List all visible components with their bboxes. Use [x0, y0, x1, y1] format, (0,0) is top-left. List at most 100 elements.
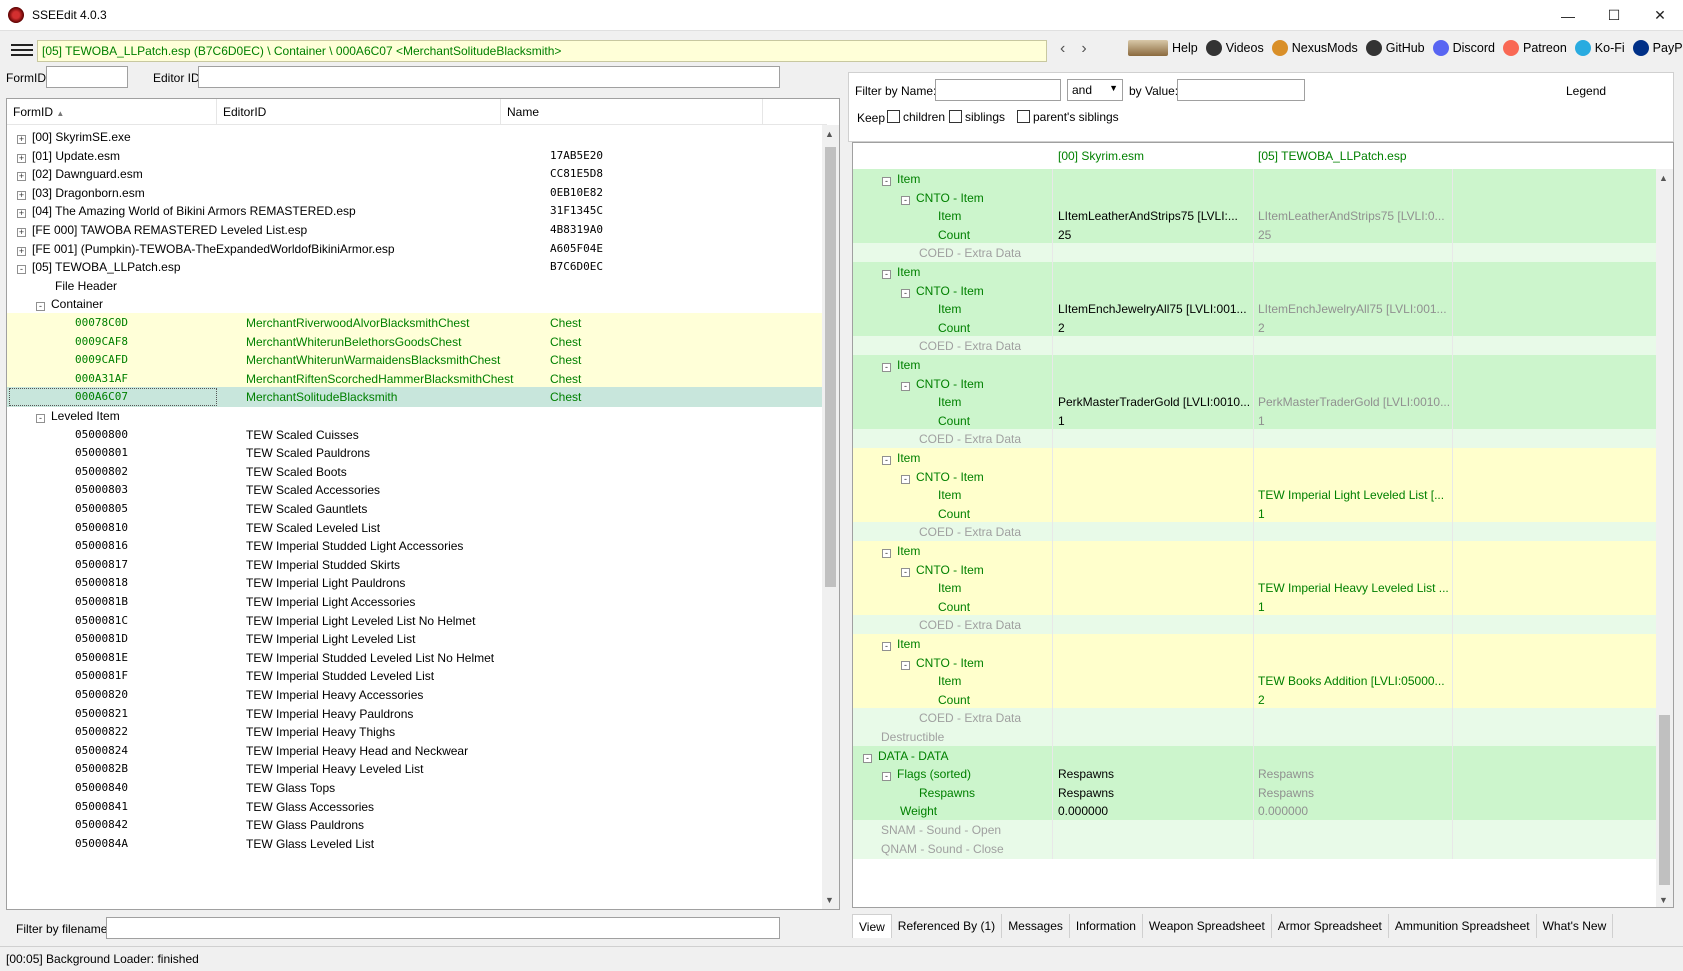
expand-icon[interactable]: + — [17, 135, 26, 144]
collapse-icon[interactable]: - — [901, 195, 910, 205]
value-patch[interactable]: 2 — [1258, 321, 1265, 335]
value-skyrim[interactable]: 2 — [1058, 321, 1065, 335]
record-row[interactable]: Count 2 — [853, 689, 1658, 710]
value-skyrim[interactable]: Respawns — [1058, 767, 1114, 781]
tree-row[interactable]: + [03] Dragonborn.esm 0EB10E82 — [7, 183, 825, 203]
menu-icon[interactable] — [11, 42, 33, 58]
record-row[interactable]: Item TEW Books Addition [LVLI:05000... — [853, 671, 1658, 692]
formid-input[interactable] — [46, 66, 128, 88]
record-row[interactable]: Item TEW Imperial Heavy Leveled List ... — [853, 578, 1658, 599]
tree-row[interactable]: 05000817 TEW Imperial Studded Skirts — [7, 555, 825, 575]
link-videos[interactable]: Videos — [1205, 40, 1264, 56]
tree-row[interactable]: 000A31AF MerchantRiftenScorchedHammerBlac… — [7, 368, 825, 389]
value-patch[interactable]: 1 — [1258, 414, 1265, 428]
tree-row[interactable]: 0500084A TEW Glass Leveled List — [7, 834, 825, 854]
value-skyrim[interactable]: 0.000000 — [1058, 804, 1108, 818]
record-row[interactable]: - Item — [853, 262, 1658, 282]
collapse-icon[interactable]: - — [901, 567, 910, 577]
tree-row[interactable]: 0500081E TEW Imperial Studded Leveled Lis… — [7, 648, 825, 668]
record-row[interactable]: COED - Extra Data — [853, 708, 1658, 729]
tree-row[interactable]: 05000803 TEW Scaled Accessories — [7, 480, 825, 500]
legend-button[interactable]: Legend — [1566, 84, 1606, 98]
collapse-icon[interactable]: - — [882, 642, 891, 651]
tree-row[interactable]: + [04] The Amazing World of Bikini Armors… — [7, 201, 825, 221]
collapse-icon[interactable]: - — [882, 270, 891, 279]
collapse-icon[interactable]: - — [882, 363, 891, 372]
tab-view[interactable]: View — [852, 914, 892, 938]
collapse-icon[interactable]: - — [882, 456, 891, 465]
keep-siblings-checkbox[interactable]: siblings — [949, 110, 1005, 124]
tree-row[interactable]: 05000821 TEW Imperial Heavy Pauldrons — [7, 704, 825, 724]
record-row[interactable]: Item TEW Imperial Light Leveled List [... — [853, 485, 1658, 506]
link-github[interactable]: GitHub — [1365, 40, 1425, 56]
tree-row[interactable]: 05000818 TEW Imperial Light Pauldrons — [7, 573, 825, 593]
link-patreon[interactable]: Patreon — [1503, 40, 1567, 56]
record-row[interactable]: Item LItemEnchJewelryAll75 [LVLI:001... LI… — [853, 299, 1658, 320]
record-row[interactable]: - CNTO - Item — [853, 652, 1658, 673]
record-row[interactable]: - Item — [853, 448, 1658, 468]
record-row[interactable]: COED - Extra Data — [853, 522, 1658, 543]
scroll-up-icon[interactable]: ▲ — [825, 129, 834, 139]
record-row[interactable]: QNAM - Sound - Close — [853, 838, 1658, 859]
tree-row[interactable]: 0500082B TEW Imperial Heavy Leveled List — [7, 759, 825, 779]
link-help[interactable]: Help — [1128, 40, 1198, 56]
record-row[interactable]: COED - Extra Data — [853, 429, 1658, 450]
record-row[interactable]: - CNTO - Item — [853, 187, 1658, 208]
tree-scrollbar[interactable]: ▲ ▼ — [822, 125, 839, 909]
logic-select[interactable]: and ▼ — [1067, 79, 1123, 101]
column-name[interactable]: Name — [501, 99, 763, 124]
record-row[interactable]: Item LItemLeatherAndStrips75 [LVLI:... LIt… — [853, 206, 1658, 227]
close-button[interactable]: ✕ — [1637, 0, 1683, 31]
tree-row[interactable]: 05000801 TEW Scaled Pauldrons — [7, 443, 825, 463]
value-patch[interactable]: 1 — [1258, 600, 1265, 614]
collapse-icon[interactable]: - — [36, 414, 45, 423]
column-skyrim-esm[interactable]: [00] Skyrim.esm — [1058, 149, 1144, 163]
value-patch[interactable]: LItemLeatherAndStrips75 [LVLI:0... — [1258, 209, 1445, 223]
link-discord[interactable]: Discord — [1432, 40, 1495, 56]
collapse-icon[interactable]: - — [882, 772, 891, 782]
record-row[interactable]: Item PerkMasterTraderGold [LVLI:0010... Pe… — [853, 392, 1658, 413]
record-row[interactable]: Respawns Respawns Respawns — [853, 782, 1658, 803]
column-formid[interactable]: FormID ▲ — [7, 99, 217, 124]
link-nexusmods[interactable]: NexusMods — [1271, 40, 1358, 56]
link-kofi[interactable]: Ko-Fi — [1574, 40, 1625, 56]
back-icon[interactable]: ‹ — [1060, 40, 1065, 58]
value-patch[interactable]: Respawns — [1258, 767, 1314, 781]
value-patch[interactable]: 0.000000 — [1258, 804, 1308, 818]
tree-row[interactable]: 0009CAF8 MerchantWhiterunBelethorsGoodsCh… — [7, 331, 825, 352]
tree-row[interactable]: 00078C0D MerchantRiverwoodAlvorBlacksmith… — [7, 313, 825, 333]
minimize-button[interactable]: — — [1545, 0, 1591, 31]
value-patch[interactable]: 25 — [1258, 228, 1271, 242]
tree-row[interactable]: + [FE 001] (Pumpkin)-TEWOBA-TheExpandedWo… — [7, 239, 825, 259]
record-row[interactable]: Destructible — [853, 727, 1658, 747]
filter-value-input[interactable] — [1177, 79, 1305, 101]
value-patch[interactable]: Respawns — [1258, 786, 1314, 800]
value-patch[interactable]: TEW Imperial Light Leveled List [... — [1258, 488, 1444, 502]
column-editorid[interactable]: EditorID — [217, 99, 501, 124]
collapse-icon[interactable]: - — [882, 177, 891, 186]
tree-row[interactable]: 05000800 TEW Scaled Cuisses — [7, 425, 825, 445]
record-row[interactable]: Weight 0.000000 0.000000 — [853, 801, 1658, 822]
scroll-thumb[interactable] — [825, 147, 836, 587]
record-row[interactable]: Count 25 25 — [853, 224, 1658, 245]
tree-row[interactable]: 0500081C TEW Imperial Light Leveled List … — [7, 611, 825, 631]
tree-row[interactable]: 05000810 TEW Scaled Leveled List — [7, 518, 825, 538]
record-row[interactable]: Count 1 1 — [853, 410, 1658, 431]
scroll-down-icon[interactable]: ▼ — [1659, 895, 1668, 905]
tree-row[interactable]: 05000824 TEW Imperial Heavy Head and Neck… — [7, 741, 825, 761]
tree-row[interactable]: + [00] SkyrimSE.exe — [7, 127, 825, 147]
expand-icon[interactable]: + — [17, 246, 26, 256]
value-skyrim[interactable]: 1 — [1058, 414, 1065, 428]
value-skyrim[interactable]: 25 — [1058, 228, 1071, 242]
keep-children-checkbox[interactable]: children — [887, 110, 945, 124]
tree-row[interactable]: 05000820 TEW Imperial Heavy Accessories — [7, 685, 825, 705]
grid-scrollbar[interactable]: ▲ ▼ — [1656, 169, 1673, 907]
record-row[interactable]: - Item — [853, 541, 1658, 561]
record-row[interactable]: - CNTO - Item — [853, 559, 1658, 580]
collapse-icon[interactable]: - — [17, 265, 26, 275]
forward-icon[interactable]: › — [1081, 40, 1086, 58]
scroll-up-icon[interactable]: ▲ — [1659, 173, 1668, 183]
tree-row[interactable]: + [FE 000] TAWOBA REMASTERED Leveled List… — [7, 220, 825, 240]
tree-row[interactable]: 0500081B TEW Imperial Light Accessories — [7, 592, 825, 612]
tree-row[interactable]: 000A6C07 MerchantSolitudeBlacksmith Chest — [7, 387, 825, 408]
